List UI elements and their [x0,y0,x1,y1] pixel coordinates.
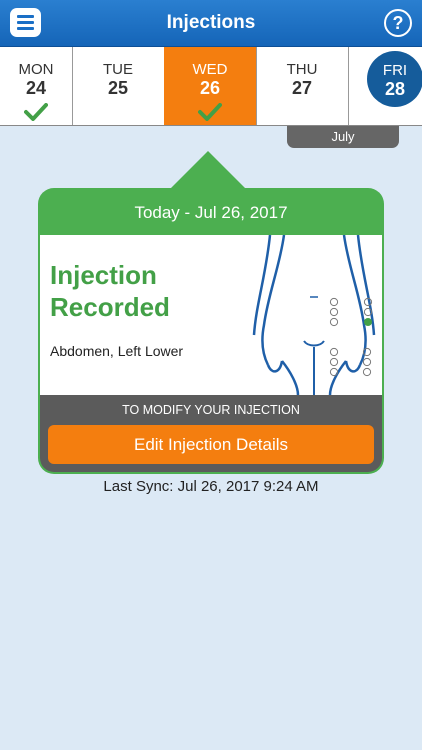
status-title: Injection Recorded [50,260,170,322]
checkmark-icon [24,103,48,121]
day-thu[interactable]: THU 27 [256,47,349,125]
modify-label: TO MODIFY YOUR INJECTION [122,403,300,417]
last-sync-text: Last Sync: Jul 26, 2017 9:24 AM [103,478,319,495]
checkmark-icon [198,103,222,121]
day-mon[interactable]: MON 24 [0,47,73,125]
card-body: Injection Recorded Abdomen, Left Lower [40,235,382,395]
app-header: Injections ? [0,0,422,47]
card-date: Today - Jul 26, 2017 [134,203,288,222]
card-pointer [170,151,246,189]
day-tue[interactable]: TUE 25 [72,47,165,125]
edit-injection-button[interactable]: Edit Injection Details [48,425,374,464]
day-wed[interactable]: WED 26 [164,47,257,125]
month-label: July [287,126,399,148]
page-title: Injections [166,12,256,33]
modify-section: TO MODIFY YOUR INJECTION Edit Injection … [40,395,382,472]
help-icon[interactable]: ? [384,9,412,37]
injection-card: Today - Jul 26, 2017 Injection Recorded … [38,188,384,474]
week-strip: MON 24 TUE 25 WED 26 THU 27 FRI 28 [0,47,422,126]
day-fri-today[interactable]: FRI 28 [367,51,422,107]
body-diagram-icon [252,235,376,395]
injection-site: Abdomen, Left Lower [50,343,184,359]
